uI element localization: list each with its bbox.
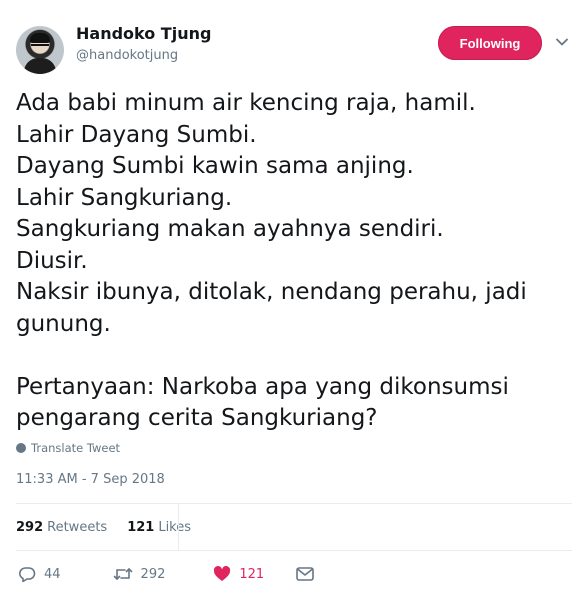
user-handle[interactable]: @handokotjung: [76, 48, 178, 63]
retweet-icon: [113, 568, 132, 580]
globe-icon: [16, 443, 26, 453]
divider: [16, 503, 572, 504]
retweets-count: 292: [16, 519, 44, 535]
tweet-actions: 44 292 121: [18, 562, 344, 586]
chevron-down-icon[interactable]: [556, 36, 568, 48]
tweet-text: Ada babi minum air kencing raja, hamil. …: [16, 90, 527, 431]
tweet-header: Handoko Tjung @handokotjung Following: [16, 22, 572, 74]
direct-message-button[interactable]: [296, 567, 315, 581]
following-button[interactable]: Following: [438, 26, 542, 60]
retweet-count: 292: [140, 566, 166, 582]
like-button[interactable]: 121: [213, 566, 264, 582]
heart-icon: [214, 566, 231, 581]
reply-count: 44: [44, 566, 61, 582]
translate-tweet-link[interactable]: Translate Tweet: [16, 441, 120, 455]
display-name[interactable]: Handoko Tjung: [76, 24, 211, 43]
likes-count: 121: [127, 519, 155, 535]
reply-icon: [19, 567, 36, 582]
reply-button[interactable]: 44: [18, 566, 61, 582]
divider: [16, 550, 572, 551]
avatar[interactable]: [16, 26, 64, 74]
stats-separator: [178, 504, 179, 550]
tweet-stats: 292 Retweets 121 Likes: [16, 516, 203, 538]
translate-label: Translate Tweet: [31, 441, 121, 455]
message-icon: [296, 567, 315, 581]
likes-stat[interactable]: 121 Likes: [127, 520, 191, 535]
retweets-label: Retweets: [47, 519, 108, 535]
like-count: 121: [239, 566, 265, 582]
retweet-button[interactable]: 292: [113, 566, 166, 582]
tweet-timestamp[interactable]: 11:33 AM - 7 Sep 2018: [16, 472, 165, 487]
likes-label: Likes: [158, 519, 192, 535]
retweets-stat[interactable]: 292 Retweets: [16, 520, 107, 535]
